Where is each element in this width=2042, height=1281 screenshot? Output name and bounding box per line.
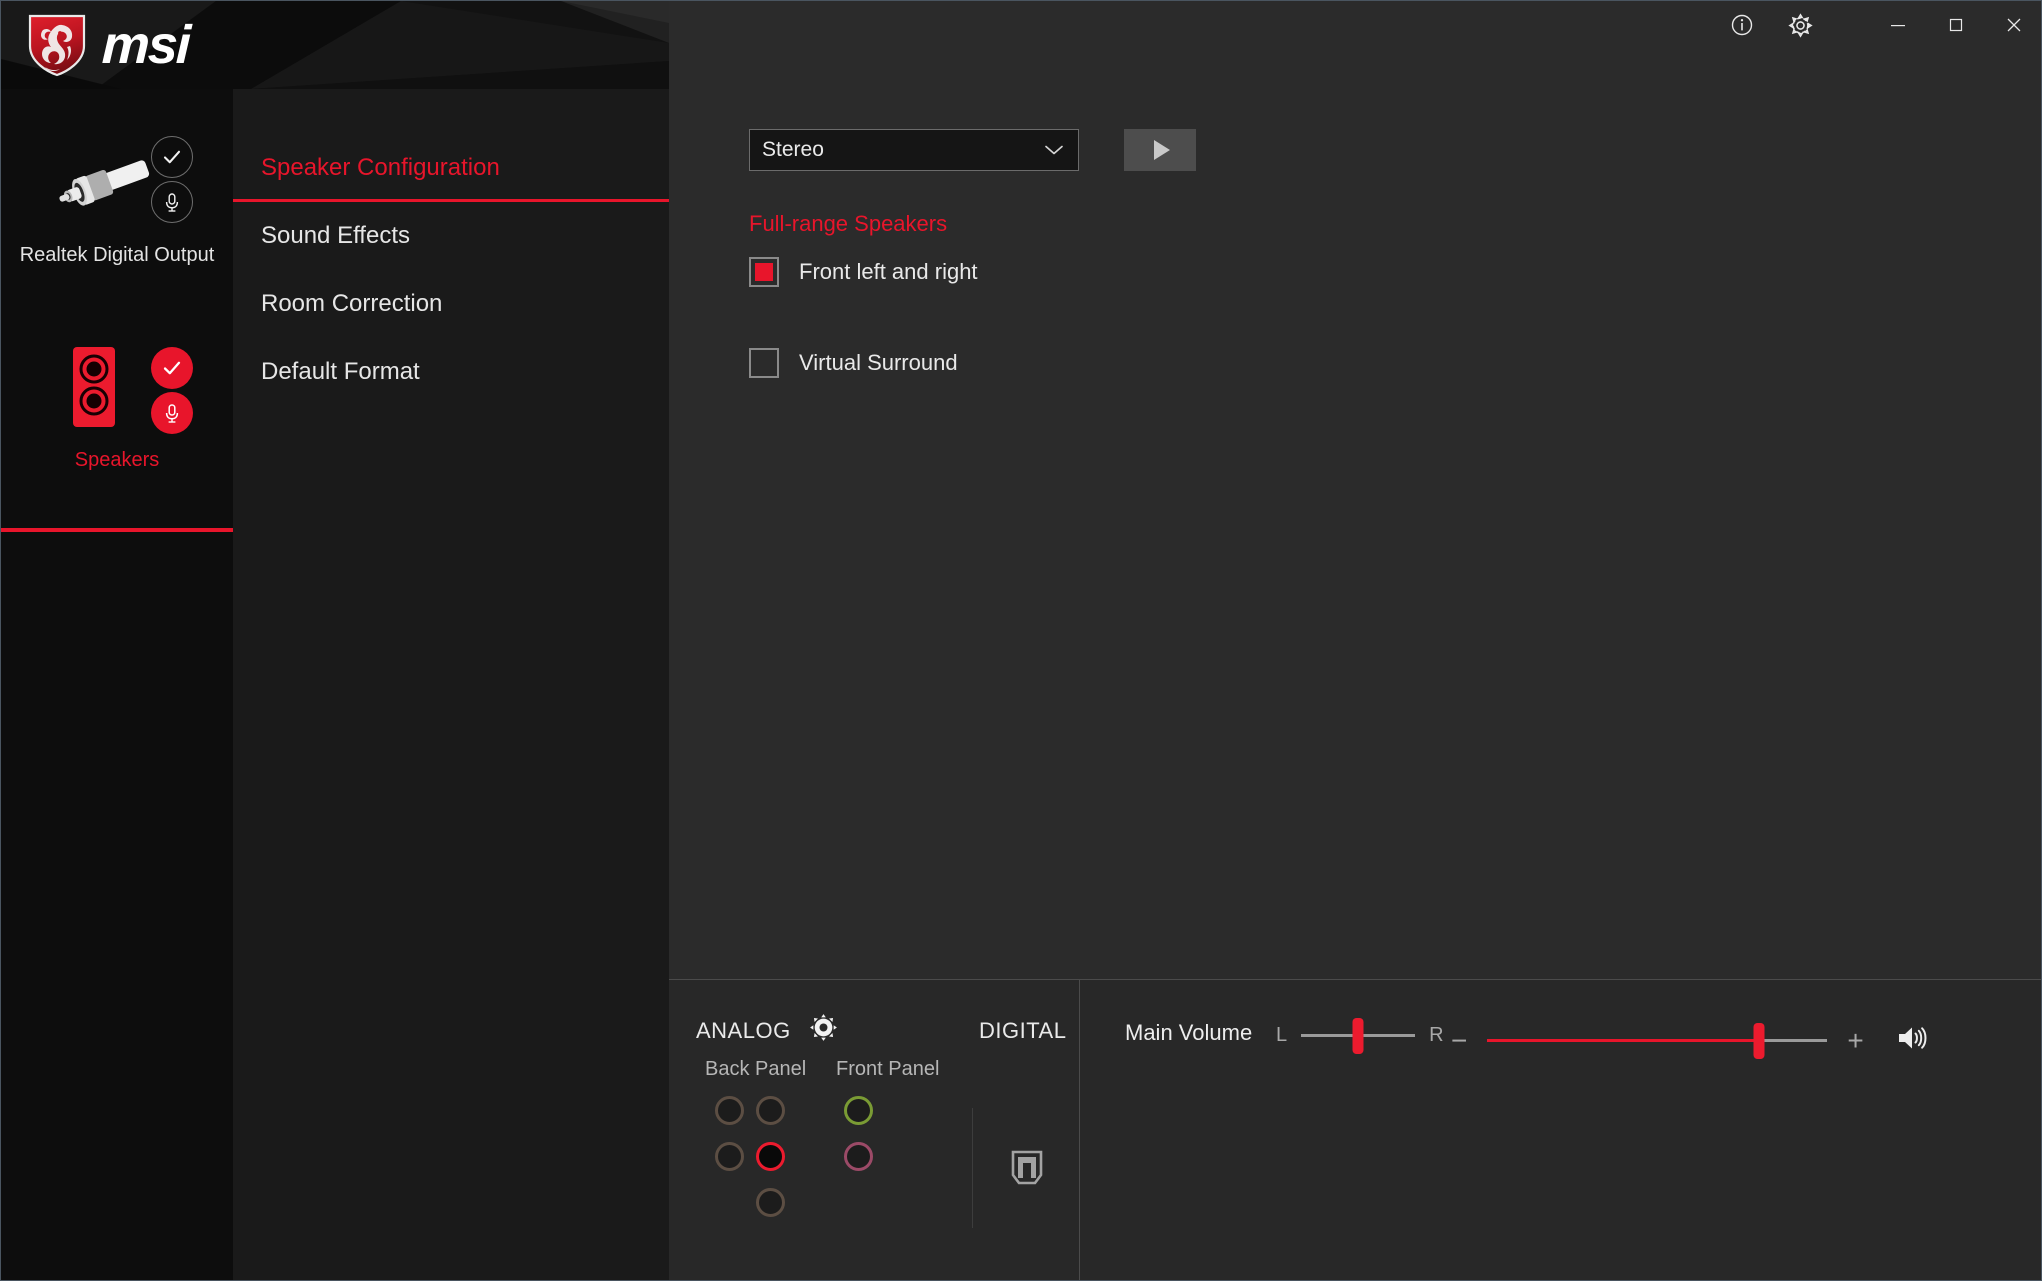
back-jack-3[interactable] (715, 1142, 744, 1171)
maximize-icon (1949, 18, 1963, 32)
front-jack-lineout[interactable] (844, 1096, 873, 1125)
speaker-config-row: Stereo (749, 129, 1196, 171)
back-jack-1[interactable] (715, 1096, 744, 1125)
main-content: Stereo Full-range Speakers Front left an… (669, 1, 2041, 979)
checkbox-virtual-surround[interactable] (749, 348, 779, 378)
nav-item-sound-effects[interactable]: Sound Effects (233, 202, 669, 270)
checkbox-label: Virtual Surround (799, 350, 958, 375)
volume-slider-thumb[interactable] (1753, 1022, 1765, 1059)
microphone-icon (165, 193, 179, 212)
balance-left-label: L (1276, 1024, 1288, 1046)
minimize-button[interactable] (1869, 2, 1927, 48)
digital-label: DIGITAL (979, 1018, 1067, 1043)
back-jack-4[interactable] (756, 1142, 785, 1171)
volume-panel: Main Volume L R − + (1081, 980, 2041, 1280)
nav-item-default-format[interactable]: Default Format (233, 338, 669, 406)
minimize-icon (1891, 25, 1905, 27)
full-range-speakers-title: Full-range Speakers (749, 211, 948, 236)
analog-settings-button[interactable] (809, 1013, 838, 1047)
nav-item-label: Default Format (261, 358, 420, 385)
checkbox-virtual-surround-row[interactable]: Virtual Surround (749, 348, 958, 378)
device-sidebar: Realtek Digital Output Speakers (1, 1, 233, 1280)
digital-output-default-badge[interactable] (151, 136, 193, 178)
nav-item-room-correction[interactable]: Room Correction (233, 270, 669, 338)
sidebar-device-speakers[interactable]: Speakers (1, 331, 233, 472)
nav-item-label: Speaker Configuration (261, 154, 500, 181)
spdif-optical-icon (1011, 1150, 1042, 1185)
digital-output-icon-group (1, 126, 233, 238)
speaker-configuration-select[interactable]: Stereo (749, 129, 1079, 171)
digital-output-badges (151, 136, 193, 223)
settings-nav-panel: Speaker Configuration Sound Effects Room… (1, 1, 669, 1280)
checkbox-label: Front left and right (799, 259, 978, 284)
bottom-device-bar: ANALOG DIGITAL Back Panel Front Panel Ma… (669, 979, 2041, 1280)
info-button[interactable] (1713, 2, 1771, 48)
check-icon (163, 361, 181, 375)
balance-control[interactable]: L R (1276, 1017, 1444, 1054)
analog-label: ANALOG (696, 1018, 791, 1043)
back-jack-2[interactable] (756, 1096, 785, 1125)
checkbox-front-left-right[interactable] (749, 257, 779, 287)
volume-increase-button[interactable]: + (1847, 1026, 1863, 1055)
speakers-default-badge[interactable] (151, 347, 193, 389)
check-icon (163, 150, 181, 164)
gear-icon (1787, 12, 1813, 38)
speakers-badges (151, 347, 193, 434)
back-panel-label: Back Panel (705, 1058, 807, 1080)
digital-jack-group[interactable] (972, 1108, 1080, 1228)
selected-configuration-value: Stereo (762, 138, 824, 161)
main-volume-label: Main Volume (1125, 1020, 1253, 1045)
realtek-audio-console-window: msi Realtek Digital Output Speakers Spea… (0, 0, 2042, 1281)
volume-slider-track[interactable] (1487, 1022, 1828, 1059)
sidebar-device-label: Realtek Digital Output (19, 244, 215, 266)
gear-icon (810, 1014, 837, 1041)
checkbox-fill (755, 263, 773, 281)
optical-spdif-plug-icon (59, 160, 150, 206)
balance-slider-thumb[interactable] (1352, 1017, 1364, 1054)
settings-button[interactable] (1771, 2, 1829, 48)
titlebar-spacer (1829, 2, 1869, 48)
play-icon (1154, 140, 1170, 160)
microphone-icon (165, 404, 179, 423)
balance-slider-track[interactable] (1301, 1017, 1416, 1054)
mute-toggle-button[interactable] (1896, 1024, 1928, 1057)
maximize-button[interactable] (1927, 2, 1985, 48)
nav-item-speaker-configuration[interactable]: Speaker Configuration (1, 134, 669, 202)
nav-list: Speaker Configuration Sound Effects Room… (1, 134, 669, 406)
info-icon (1731, 14, 1753, 36)
balance-right-label: R (1429, 1024, 1444, 1046)
front-jack-mic[interactable] (844, 1142, 873, 1171)
sidebar-device-label: Speakers (74, 449, 160, 471)
volume-decrease-button[interactable]: − (1451, 1026, 1467, 1055)
close-button[interactable] (1985, 2, 2041, 48)
selected-device-underline (1, 528, 233, 532)
back-jack-5[interactable] (756, 1188, 785, 1217)
window-controls (1713, 1, 2041, 49)
chevron-down-icon (1045, 145, 1063, 155)
volume-speaker-icon (1898, 1027, 1927, 1049)
speakers-mic-badge[interactable] (151, 392, 193, 434)
nav-item-label: Room Correction (261, 290, 443, 317)
volume-slider-fill (1487, 1039, 1760, 1042)
volume-control[interactable]: − + (1451, 1022, 1928, 1059)
title-bar (1, 1, 2041, 49)
sidebar-device-digital-output[interactable]: Realtek Digital Output (1, 126, 233, 267)
test-playback-button[interactable] (1124, 129, 1196, 171)
front-panel-label: Front Panel (836, 1058, 940, 1080)
jack-panel: ANALOG DIGITAL Back Panel Front Panel (669, 980, 1080, 1280)
close-icon (2007, 18, 2021, 32)
speaker-box-icon (73, 347, 115, 427)
checkbox-front-left-right-row[interactable]: Front left and right (749, 257, 978, 287)
nav-item-label: Sound Effects (261, 222, 410, 249)
speakers-icon-group (1, 331, 233, 443)
digital-output-mic-badge[interactable] (151, 181, 193, 223)
